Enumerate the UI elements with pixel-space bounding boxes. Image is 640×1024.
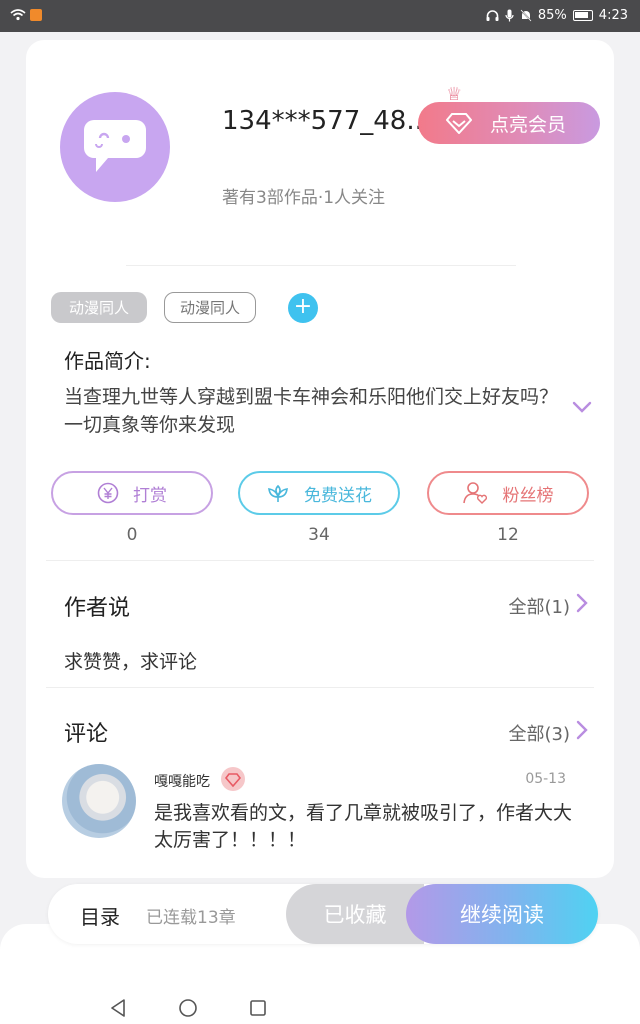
commenter-vip-badge <box>221 767 245 791</box>
add-tag-button[interactable]: + <box>288 293 318 323</box>
author-name: 134***577_48... <box>222 106 422 136</box>
chevron-right-icon[interactable] <box>576 720 588 740</box>
activate-vip-button[interactable]: 点亮会员 <box>418 102 600 144</box>
fan-ranking-button[interactable]: 粉丝榜 <box>427 471 589 515</box>
divider <box>126 265 516 266</box>
send-flower-label: 免费送花 <box>304 485 372 506</box>
comment-text: 是我喜欢看的文，看了几章就被吸引了，作者大大太厉害了！！！！ <box>154 802 573 851</box>
serial-chapters-info: 已连载13章 <box>146 908 236 928</box>
author-works-info: 著有3部作品·1人关注 <box>222 188 386 208</box>
collected-button[interactable]: 已收藏 <box>286 884 424 944</box>
divider <box>46 560 594 561</box>
fan-icon <box>462 482 487 504</box>
reward-count: 0 <box>126 525 138 545</box>
reading-action-bar: 目录 已连载13章 已收藏 继续阅读 <box>48 884 598 944</box>
flower-icon <box>268 484 288 502</box>
flower-count: 34 <box>308 525 330 545</box>
author-says-all-link[interactable]: 全部(1) <box>509 593 571 619</box>
diamond-icon <box>224 773 242 788</box>
microphone-icon <box>505 9 514 22</box>
commenter-name[interactable]: 嘎嘎能吃 <box>154 771 210 791</box>
diamond-icon <box>446 113 472 134</box>
back-icon[interactable] <box>109 998 127 1018</box>
vip-label: 点亮会员 <box>490 113 567 136</box>
mute-bell-icon <box>520 9 532 22</box>
clock-time: 4:23 <box>598 8 628 23</box>
status-right: 85% 4:23 <box>486 8 628 23</box>
expand-chevron-icon[interactable] <box>572 400 592 414</box>
author-avatar[interactable] <box>60 92 170 202</box>
home-icon[interactable] <box>178 998 198 1018</box>
yen-icon <box>97 482 119 504</box>
recent-apps-icon[interactable] <box>249 998 267 1018</box>
wifi-icon <box>10 9 26 21</box>
chat-bubble-face-icon <box>84 120 146 172</box>
table-of-contents-button[interactable]: 目录 <box>80 901 120 930</box>
reward-label: 打赏 <box>133 485 167 506</box>
battery-percent: 85% <box>537 8 567 23</box>
intro-title: 作品简介: <box>64 349 151 373</box>
comments-title: 评论 <box>64 722 109 747</box>
app-notification-icon <box>30 9 42 21</box>
status-bar: 85% 4:23 <box>0 0 640 32</box>
intro-text: 当查理九世等人穿越到盟卡车神会和乐阳他们交上好友吗？一切真象等你来发现 <box>64 386 559 436</box>
tag-anime-fanfic-outline[interactable]: 动漫同人 <box>164 292 256 323</box>
fan-count: 12 <box>497 525 519 545</box>
commenter-avatar[interactable] <box>62 764 136 838</box>
send-flower-button[interactable]: 免费送花 <box>238 471 400 515</box>
book-detail-card: 134***577_48... ♕ 点亮会员 著有3部作品·1人关注 动漫同人 … <box>26 40 614 878</box>
author-says-text: 求赞赞，求评论 <box>64 651 198 673</box>
battery-icon <box>572 10 593 21</box>
comments-all-link[interactable]: 全部(3) <box>509 720 571 746</box>
status-left <box>10 9 42 21</box>
headphones-icon <box>486 9 499 21</box>
system-navigation-bar <box>0 992 640 1024</box>
divider <box>46 687 594 688</box>
author-says-title: 作者说 <box>64 596 131 621</box>
fan-ranking-label: 粉丝榜 <box>502 485 554 506</box>
reward-button[interactable]: 打赏 <box>51 471 213 515</box>
tag-anime-fanfic[interactable]: 动漫同人 <box>51 292 147 323</box>
continue-reading-button[interactable]: 继续阅读 <box>406 884 598 944</box>
chevron-right-icon[interactable] <box>576 593 588 613</box>
comment-date: 05-13 <box>525 771 566 787</box>
